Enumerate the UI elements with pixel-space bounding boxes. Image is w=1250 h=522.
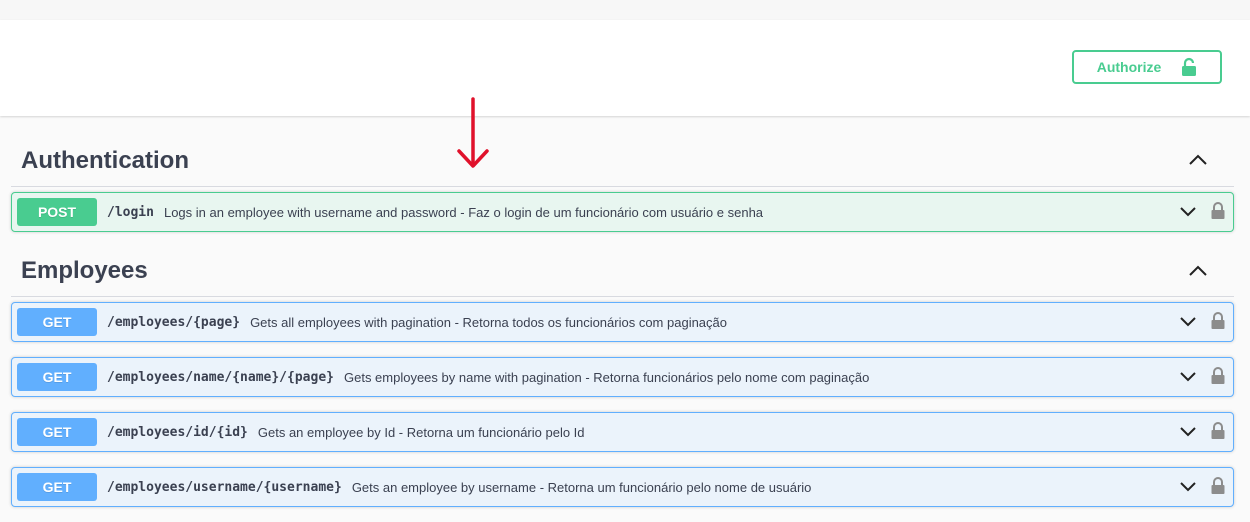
lock-icon[interactable] xyxy=(1211,421,1225,441)
method-badge: POST xyxy=(17,198,97,226)
top-band xyxy=(0,0,1250,20)
unlocked-lock-icon xyxy=(1181,57,1197,77)
chevron-down-icon[interactable] xyxy=(1178,313,1198,329)
authorize-label: Authorize xyxy=(1096,59,1162,75)
chevron-down-icon[interactable] xyxy=(1178,423,1198,439)
operation-path: /employees/{page} xyxy=(107,314,241,330)
chevron-up-icon[interactable] xyxy=(1187,262,1209,278)
operation-path: /employees/username/{username} xyxy=(107,479,342,495)
section-title-authentication[interactable]: Authentication xyxy=(21,147,189,175)
operation-path: /employees/name/{name}/{page} xyxy=(107,369,334,385)
operation-summary: Gets an employee by username - Retorna u… xyxy=(351,479,812,495)
authorize-button[interactable]: Authorize xyxy=(1072,50,1222,84)
method-badge: GET xyxy=(17,473,97,501)
operation-post-login[interactable]: POST /login Logs in an employee with use… xyxy=(11,192,1234,232)
method-badge: GET xyxy=(17,308,97,336)
method-badge: GET xyxy=(17,363,97,391)
chevron-down-icon[interactable] xyxy=(1178,368,1198,384)
lock-icon[interactable] xyxy=(1211,201,1225,221)
operation-summary: Logs in an employee with username and pa… xyxy=(163,204,764,220)
section-divider xyxy=(11,296,1234,297)
chevron-down-icon[interactable] xyxy=(1178,203,1198,219)
section-title-employees[interactable]: Employees xyxy=(21,257,148,285)
lock-icon[interactable] xyxy=(1211,366,1225,386)
operation-get-employees-id[interactable]: GET /employees/id/{id} Gets an employee … xyxy=(11,412,1234,452)
operation-get-employees-username[interactable]: GET /employees/username/{username} Gets … xyxy=(11,467,1234,507)
section-divider xyxy=(11,186,1234,187)
operation-get-employees-page[interactable]: GET /employees/{page} Gets all employees… xyxy=(11,302,1234,342)
chevron-down-icon[interactable] xyxy=(1178,478,1198,494)
lock-icon[interactable] xyxy=(1211,311,1225,331)
arrow-down-icon xyxy=(457,97,489,168)
scheme-container: Authorize xyxy=(0,20,1250,116)
operation-path: /employees/id/{id} xyxy=(107,424,248,440)
operation-path: /login xyxy=(107,204,154,220)
operation-get-employees-name-page[interactable]: GET /employees/name/{name}/{page} Gets e… xyxy=(11,357,1234,397)
operation-summary: Gets employees by name with pagination -… xyxy=(343,369,870,385)
operation-summary: Gets all employees with pagination - Ret… xyxy=(250,314,727,330)
operation-summary: Gets an employee by Id - Retorna um func… xyxy=(257,424,585,440)
method-badge: GET xyxy=(17,418,97,446)
chevron-up-icon[interactable] xyxy=(1187,151,1209,167)
lock-icon[interactable] xyxy=(1211,476,1225,496)
